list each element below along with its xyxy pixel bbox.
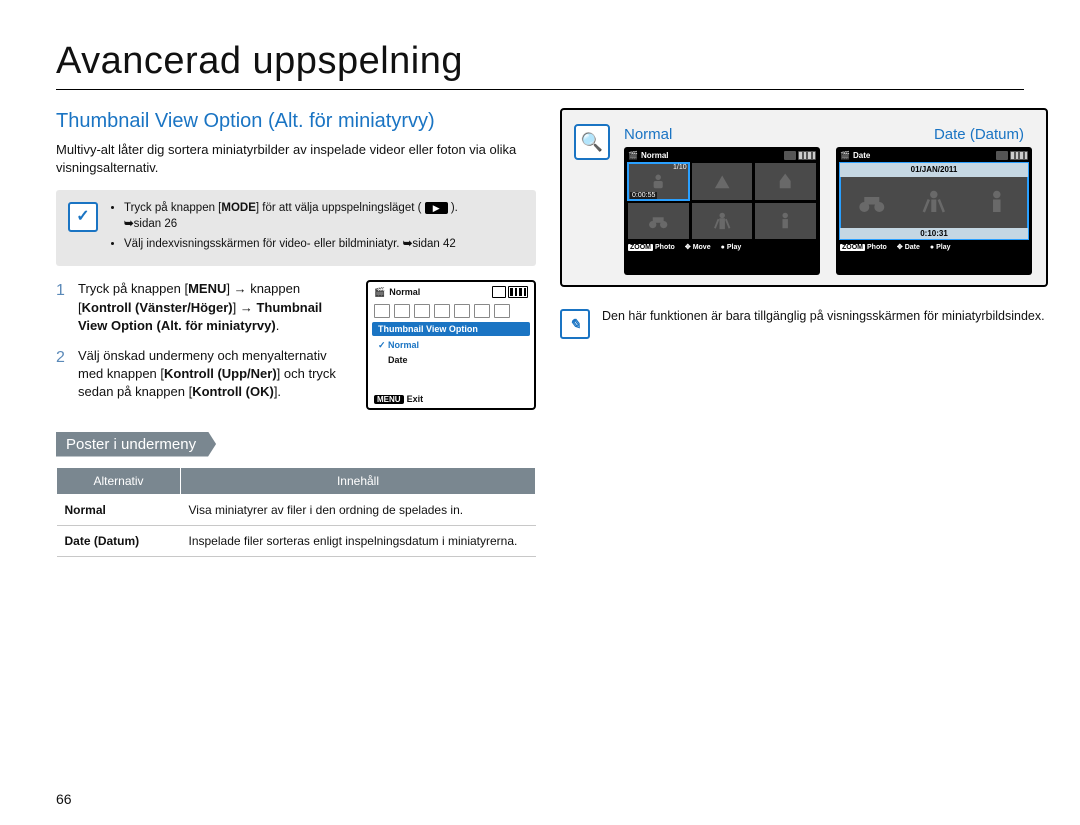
page-number: 66 <box>56 791 72 807</box>
table-row: Date (Datum) Inspelade filer sorteras en… <box>57 525 536 556</box>
section-heading: Thumbnail View Option (Alt. för miniatyr… <box>56 110 536 133</box>
playback-icon: ▶ <box>425 202 448 214</box>
step-2: 2 Välj önskad undermeny och menyalternat… <box>56 347 354 402</box>
battery-icon <box>784 151 816 160</box>
options-table: Alternativ Innehåll Normal Visa miniatyr… <box>56 467 536 557</box>
thumbnail-cell <box>692 203 753 240</box>
preview-box: 🔍 Normal Date (Datum) 🎬Normal <box>560 108 1048 287</box>
video-icon: 🎬 <box>840 151 850 160</box>
menu-title: Thumbnail View Option <box>372 322 530 336</box>
menu-item-normal: ✓ Normal <box>368 338 534 353</box>
submenu-heading: Poster i undermeny <box>56 432 216 457</box>
magnifier-icon: 🔍 <box>574 124 610 160</box>
step-number: 2 <box>56 347 68 402</box>
tip-item: Tryck på knappen [MODE] för att välja up… <box>124 200 524 232</box>
menu-item-date: Date <box>368 353 534 367</box>
camera-lcd-menu: 🎬 Normal Thumbnail View Option ✓ Normal … <box>366 280 536 410</box>
thumbnail-cell <box>628 203 689 240</box>
camera-lcd-normal: 🎬Normal 0:00:55 1/10 <box>624 147 820 275</box>
intro-paragraph: Multivy-alt låter dig sortera miniatyrbi… <box>56 141 536 176</box>
battery-icon <box>996 151 1028 160</box>
camera-lcd-date: 🎬Date 01/JAN/2011 1/10 <box>836 147 1032 275</box>
joystick-icon: ✥ <box>685 243 691 251</box>
table-row: Normal Visa miniatyrer av filer i den or… <box>57 494 536 525</box>
dot-icon: ● <box>930 244 934 251</box>
table-head-content: Innehåll <box>181 467 536 494</box>
label-date: Date (Datum) <box>934 126 1024 143</box>
video-icon: 🎬 <box>374 287 385 298</box>
thumbnail-cell <box>755 163 816 200</box>
info-icon: ✎ <box>560 309 590 339</box>
table-head-option: Alternativ <box>57 467 181 494</box>
footnote: ✎ Den här funktionen är bara tillgänglig… <box>560 309 1048 339</box>
check-icon: ✓ <box>68 202 98 232</box>
duration-bar: 0:10:31 <box>840 228 1028 239</box>
dot-icon: ● <box>721 244 725 251</box>
tip-box: ✓ Tryck på knappen [MODE] för att välja … <box>56 190 536 266</box>
battery-icon <box>492 286 528 298</box>
step-1: 1 Tryck på knappen [MENU] → knappen [Kon… <box>56 280 354 335</box>
thumbnail-cell <box>755 203 816 240</box>
step-number: 1 <box>56 280 68 335</box>
page-title: Avancerad uppspelning <box>56 40 1024 90</box>
video-icon: 🎬 <box>628 151 638 160</box>
label-normal: Normal <box>624 126 672 143</box>
tip-item: Välj indexvisningsskärmen för video- ell… <box>124 236 524 252</box>
date-bar: 01/JAN/2011 <box>840 163 1028 177</box>
joystick-icon: ✥ <box>897 243 903 251</box>
menu-exit: MENUExit <box>374 394 423 404</box>
thumbnail-cell <box>692 163 753 200</box>
thumbnail-date-group: 01/JAN/2011 1/10 0:10:31 <box>840 163 1028 239</box>
thumbnail-cell: 0:00:55 1/10 <box>628 163 689 200</box>
